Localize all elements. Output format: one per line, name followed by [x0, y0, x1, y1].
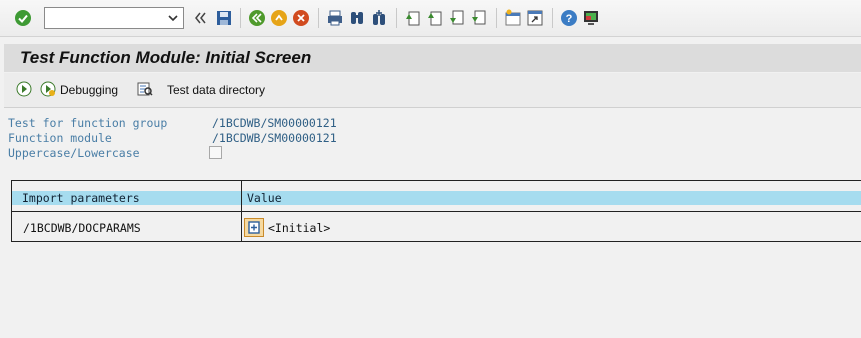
next-page-icon[interactable]: [448, 9, 466, 27]
import-parameters-header: Import parameters: [12, 191, 241, 205]
first-page-icon[interactable]: [404, 9, 422, 27]
debugging-button[interactable]: Debugging: [40, 79, 118, 101]
toolbar-separator: [552, 8, 553, 28]
param-name-cell: /1BCDWB/DOCPARAMS: [23, 221, 141, 235]
function-module-value: /1BCDWB/SM00000121: [212, 131, 337, 145]
function-group-label: Test for function group: [8, 116, 168, 130]
print-icon[interactable]: [326, 9, 344, 27]
debugging-label: Debugging: [60, 83, 119, 97]
value-header: Value: [242, 191, 861, 205]
shortcut-icon[interactable]: [526, 9, 544, 27]
test-data-directory-label: Test data directory: [167, 83, 266, 97]
uppercase-lowercase-checkbox[interactable]: [209, 146, 222, 159]
toolbar-separator: [318, 8, 319, 28]
cancel-icon[interactable]: [292, 9, 310, 27]
previous-page-icon[interactable]: [426, 9, 444, 27]
toolbar-separator: [396, 8, 397, 28]
enter-icon[interactable]: [14, 9, 32, 27]
back-icon[interactable]: [248, 9, 266, 27]
command-field[interactable]: [44, 7, 184, 29]
system-toolbar: ?: [0, 0, 861, 37]
save-icon[interactable]: [215, 9, 233, 27]
find-next-icon[interactable]: [370, 9, 388, 27]
page-title: Test Function Module: Initial Screen: [20, 48, 312, 67]
import-parameters-table: Import parameters Value /1BCDWB/DOCPARAM…: [11, 180, 861, 242]
help-icon[interactable]: ?: [560, 9, 578, 27]
application-toolbar: Debugging Test data directory: [4, 73, 861, 108]
debug-execute-icon: [40, 81, 60, 100]
toolbar-separator: [240, 8, 241, 28]
toolbar-separator: [496, 8, 497, 28]
find-icon[interactable]: [348, 9, 366, 27]
uppercase-lowercase-label: Uppercase/Lowercase: [8, 146, 140, 160]
exit-icon[interactable]: [270, 9, 288, 27]
last-page-icon[interactable]: [470, 9, 488, 27]
function-group-value: /1BCDWB/SM00000121: [212, 116, 337, 130]
title-bar: Test Function Module: Initial Screen: [4, 44, 861, 72]
function-module-label: Function module: [8, 131, 112, 145]
new-session-icon[interactable]: [504, 9, 522, 27]
svg-text:?: ?: [566, 13, 573, 25]
main-content: Test for function group /1BCDWB/SM000001…: [0, 108, 861, 338]
customize-layout-icon[interactable]: [582, 9, 600, 27]
row-divider: [12, 211, 861, 212]
execute-icon: [16, 81, 36, 100]
back-nav-icon[interactable]: [194, 10, 212, 28]
test-data-directory-button[interactable]: Test data directory: [137, 79, 265, 101]
chevron-down-icon[interactable]: [165, 10, 181, 26]
column-divider: [241, 181, 242, 241]
edit-value-icon[interactable]: [244, 218, 264, 242]
param-value-cell[interactable]: <Initial>: [268, 221, 330, 235]
command-input[interactable]: [45, 8, 171, 28]
execute-button[interactable]: [16, 79, 36, 101]
test-data-directory-icon: [137, 81, 157, 100]
